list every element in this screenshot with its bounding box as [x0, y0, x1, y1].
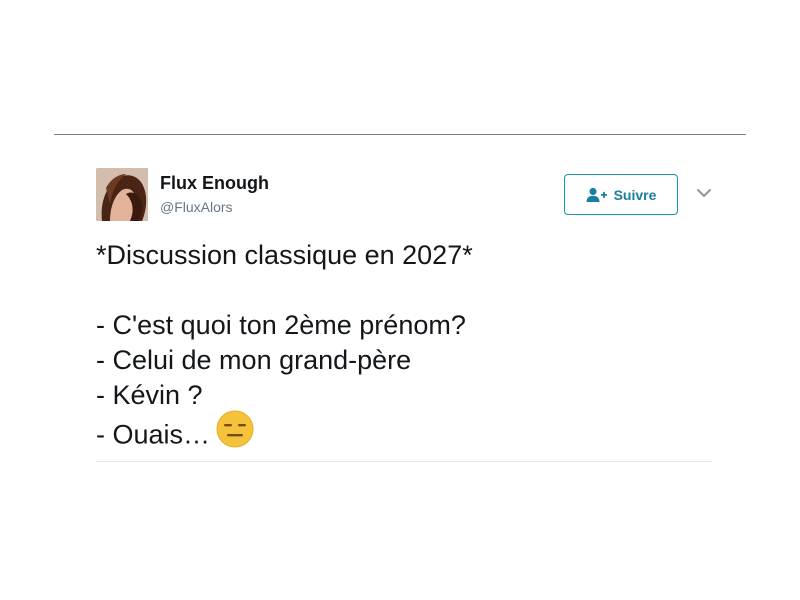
tweet-text-line: - Kévin ?	[96, 380, 203, 410]
avatar[interactable]	[96, 168, 148, 221]
tweet-text-line: *Discussion classique en 2027*	[96, 240, 473, 270]
tweet-text-line-content: - Ouais…	[96, 419, 211, 450]
author-handle[interactable]: @FluxAlors	[160, 199, 233, 215]
tweet-embed-page: Flux Enough @FluxAlors Suivre *Discussio…	[0, 0, 800, 600]
author-display-name[interactable]: Flux Enough	[160, 173, 269, 194]
follow-button-label: Suivre	[613, 186, 657, 203]
tweet-text-line-last: - Ouais…	[96, 410, 712, 450]
top-divider	[54, 134, 746, 135]
add-user-icon	[586, 187, 608, 203]
tweet-text-line	[96, 273, 712, 308]
tweet-text: *Discussion classique en 2027* - C'est q…	[96, 238, 712, 450]
follow-button[interactable]: Suivre	[564, 174, 678, 215]
expressionless-face-emoji	[216, 410, 254, 457]
avatar-image	[96, 168, 148, 221]
bottom-divider	[96, 461, 712, 462]
chevron-down-icon[interactable]	[696, 186, 712, 198]
tweet-text-line: - C'est quoi ton 2ème prénom?	[96, 310, 466, 340]
tweet-text-line: - Celui de mon grand-père	[96, 345, 412, 375]
